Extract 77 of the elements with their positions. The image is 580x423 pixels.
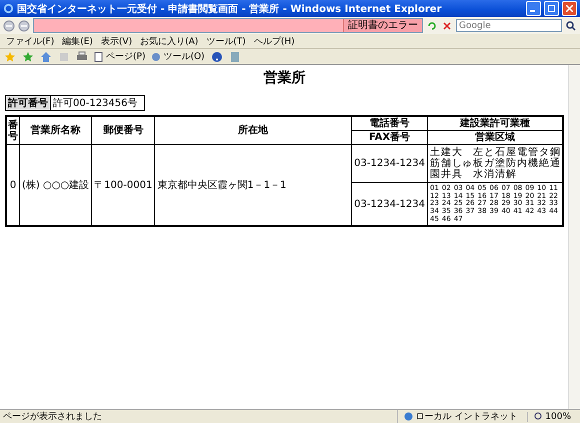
table-cell: 03-1234-1234 [352,182,428,226]
scrollbar[interactable] [568,65,580,409]
trade-code: 内 [517,158,527,169]
trade-code: 解 [506,169,516,180]
status-message: ページが表示されました [3,410,103,423]
menu-item[interactable]: 表示(V) [100,34,132,48]
browser-logo-icon [3,3,14,14]
address-field[interactable]: 証明書のエラー [33,18,423,33]
maximize-icon [548,5,555,12]
stop-icon[interactable] [441,20,453,32]
column-header: 郵便番号 [92,116,155,144]
trade-code: 園 [430,169,440,180]
trade-code: 消 [484,169,494,180]
trade-code: 屋 [506,147,516,158]
trade-code: 土 [430,147,440,158]
trade-code: 鋼 [550,147,560,158]
trade-code: 舗 [441,158,451,169]
search-field[interactable]: Google [456,19,562,32]
trade-code: 建 [441,147,451,158]
print-icon[interactable] [76,50,88,62]
column-header: 営業所名称 [20,116,92,144]
menu-item[interactable]: ヘルプ(H) [254,34,295,48]
menu-item[interactable]: ツール(T) [206,34,246,48]
star-icon[interactable] [4,50,16,62]
trade-code: ガ [484,158,494,169]
home-icon[interactable] [40,50,52,62]
trade-code: 管 [528,147,538,158]
close-icon [566,5,573,12]
permit-number: 許可00-123456号 [52,96,139,110]
trade-code: 左 [473,147,483,158]
trade-code: 清 [495,169,505,180]
permit-label: 許可番号 [6,96,51,110]
page-icon [94,52,104,62]
menu-item[interactable]: ファイル(F) [6,34,54,48]
trade-code: 通 [550,158,560,169]
trade-code: 具 [452,169,463,180]
table-cell: 東京都中央区霞ヶ関1－1－1 [154,144,352,226]
trade-code: タ [539,147,549,158]
minimize-button[interactable] [526,1,541,16]
table-cell: (株) ○○○建設 [20,144,92,226]
search-icon[interactable] [565,20,577,32]
trade-code: と [484,147,494,158]
page-menu[interactable]: ページ(P) [94,50,146,63]
trade-code: 水 [473,169,483,180]
window-title: 国交省インターネット一元受付 - 申請書閲覧画面 - 営業所 - Windows Internet Explorer [17,2,442,16]
column-header: 建設業許可業種 [428,116,563,130]
tools-menu[interactable]: ツール(O) [151,50,205,63]
menu-item[interactable]: 編集(E) [62,34,93,48]
trade-code: 板 [473,158,483,169]
table-cell: 〒100-0001 [92,144,155,226]
column-header: 営業区域 [428,130,563,144]
trade-code: しゅ [452,158,472,169]
column-header: 電話番号 [352,116,428,130]
trade-code: 防 [506,158,516,169]
trade-code: 井 [441,169,451,180]
column-header: FAX番号 [352,130,428,144]
trade-code: 石 [495,147,505,158]
trade-code: 塗 [495,158,505,169]
certificate-error-button[interactable]: 証明書のエラー [343,19,422,32]
trade-code: 筋 [430,158,440,169]
zoom-icon [534,412,544,421]
zoom-control[interactable]: 100% [527,412,577,422]
trade-code: 機 [528,158,538,169]
add-favorite-icon[interactable] [22,50,34,62]
column-header: 所在地 [154,116,352,144]
table-cell: 03-1234-1234 [352,144,428,182]
help-icon[interactable] [210,50,223,62]
zone-indicator: ローカル イントラネット [397,410,524,423]
maximize-button[interactable] [544,1,559,16]
menu-item[interactable]: お気に入り(A) [140,34,198,48]
trade-code: 絶 [539,158,549,169]
trade-code: 電 [517,147,527,158]
trade-code: 大 [452,147,463,158]
column-header: 番号 [6,116,20,144]
page-heading: 営業所 [262,69,306,87]
refresh-icon[interactable] [426,20,438,32]
close-button[interactable] [562,1,577,16]
